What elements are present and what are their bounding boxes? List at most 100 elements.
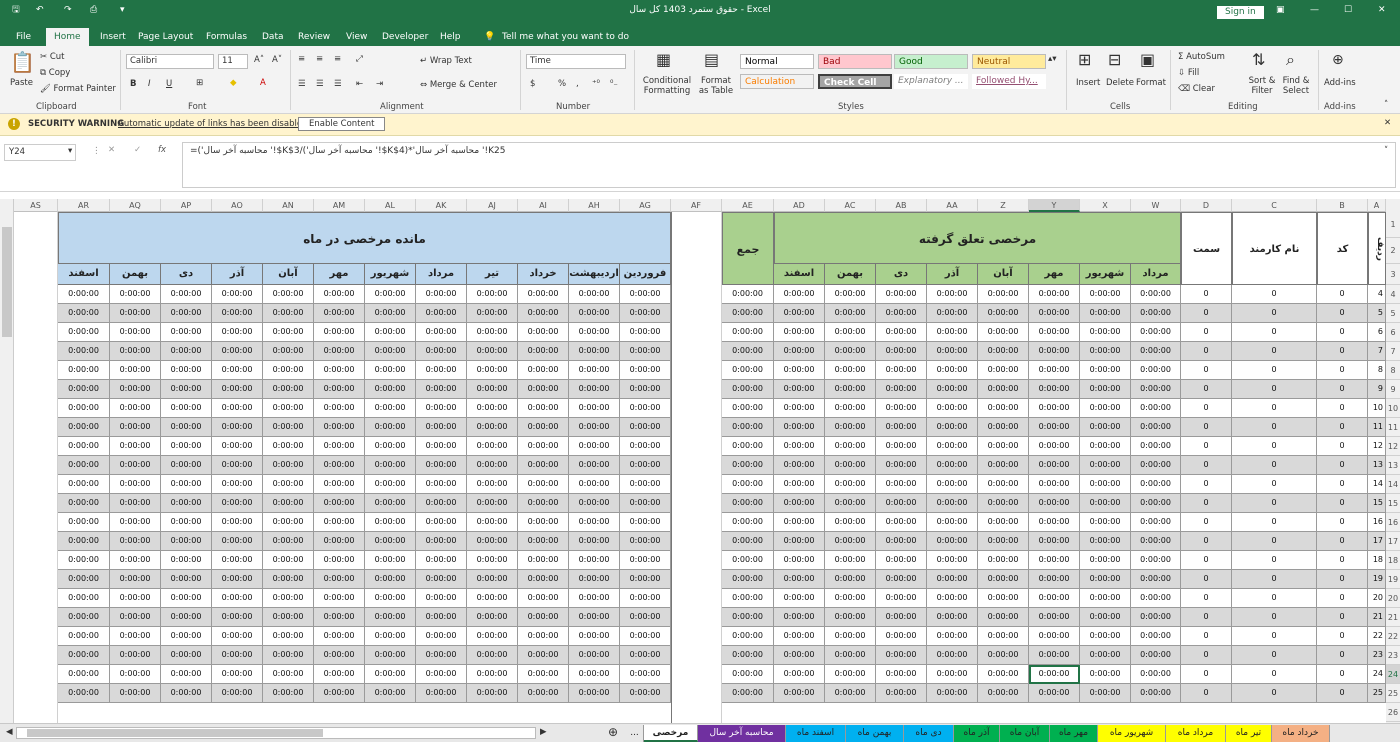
taken-time-cell[interactable]: 0:00:00 [825,380,876,399]
remaining-time-cell[interactable]: 0:00:00 [110,285,161,304]
employee-name-cell[interactable]: 0 [1232,437,1317,456]
taken-time-cell[interactable]: 0:00:00 [722,570,774,589]
remaining-time-cell[interactable]: 0:00:00 [212,418,263,437]
taken-time-cell[interactable]: 0:00:00 [774,684,825,703]
remaining-time-cell[interactable]: 0:00:00 [365,646,416,665]
employee-name-cell[interactable]: 0 [1232,570,1317,589]
remaining-time-cell[interactable]: 0:00:00 [569,456,620,475]
remaining-time-cell[interactable]: 0:00:00 [161,342,212,361]
personnel-code-cell[interactable]: 0 [1317,551,1368,570]
personnel-code-cell[interactable]: 0 [1317,513,1368,532]
taken-time-cell[interactable]: 0:00:00 [978,551,1029,570]
taken-time-cell[interactable]: 0:00:00 [1029,399,1080,418]
remaining-time-cell[interactable]: 0:00:00 [467,380,518,399]
comma-button[interactable]: , [576,79,579,89]
taken-time-cell[interactable]: 0:00:00 [978,342,1029,361]
remaining-time-cell[interactable]: 0:00:00 [58,513,110,532]
remaining-time-cell[interactable]: 0:00:00 [314,380,365,399]
remaining-time-cell[interactable]: 0:00:00 [416,304,467,323]
column-header[interactable]: D [1181,199,1232,212]
column-header[interactable]: AL [365,199,416,212]
remaining-time-cell[interactable]: 0:00:00 [161,665,212,684]
remaining-time-cell[interactable]: 0:00:00 [314,513,365,532]
taken-time-cell[interactable]: 0:00:00 [1131,494,1181,513]
cancel-formula-icon[interactable]: ✕ [108,145,115,155]
remaining-time-cell[interactable]: 0:00:00 [416,380,467,399]
underline-button[interactable]: U [166,79,172,89]
taken-time-cell[interactable]: 0:00:00 [978,684,1029,703]
remaining-time-cell[interactable]: 0:00:00 [620,475,671,494]
taken-time-cell[interactable]: 0:00:00 [927,361,978,380]
remaining-time-cell[interactable]: 0:00:00 [620,399,671,418]
remaining-time-cell[interactable]: 0:00:00 [365,570,416,589]
remaining-time-cell[interactable]: 0:00:00 [365,494,416,513]
taken-time-cell[interactable]: 0:00:00 [1029,475,1080,494]
taken-time-cell[interactable]: 0:00:00 [1131,665,1181,684]
remaining-time-cell[interactable]: 0:00:00 [467,665,518,684]
taken-time-cell[interactable]: 0:00:00 [1029,646,1080,665]
column-header[interactable]: AF [671,199,722,212]
taken-time-cell[interactable]: 0:00:00 [876,323,927,342]
row-number-cell[interactable]: 12 [1368,437,1386,456]
employee-name-cell[interactable]: 0 [1232,551,1317,570]
copy-button[interactable]: ⧉ Copy [40,68,70,78]
remaining-time-cell[interactable]: 0:00:00 [518,494,569,513]
taken-time-cell[interactable]: 0:00:00 [722,437,774,456]
cut-button[interactable]: ✂ Cut [40,52,64,62]
taken-time-cell[interactable]: 0:00:00 [978,570,1029,589]
remaining-time-cell[interactable]: 0:00:00 [110,361,161,380]
taken-time-cell[interactable]: 0:00:00 [825,665,876,684]
row-number-cell[interactable]: 13 [1368,456,1386,475]
remaining-time-cell[interactable]: 0:00:00 [212,551,263,570]
row-header[interactable]: 10 [1386,399,1400,418]
remaining-time-cell[interactable]: 0:00:00 [620,285,671,304]
taken-time-cell[interactable]: 0:00:00 [876,551,927,570]
row-number-cell[interactable]: 5 [1368,304,1386,323]
personnel-code-cell[interactable]: 0 [1317,532,1368,551]
remaining-time-cell[interactable]: 0:00:00 [467,589,518,608]
taken-time-cell[interactable]: 0:00:00 [774,456,825,475]
taken-time-cell[interactable]: 0:00:00 [1080,437,1131,456]
taken-time-cell[interactable]: 0:00:00 [825,551,876,570]
remaining-time-cell[interactable]: 0:00:00 [467,684,518,703]
remaining-time-cell[interactable]: 0:00:00 [314,342,365,361]
find-select-button[interactable]: Find & Select [1278,76,1314,96]
sheet-tab[interactable]: دی ماه [904,725,954,742]
taken-time-cell[interactable]: 0:00:00 [978,437,1029,456]
collapse-ribbon-icon[interactable]: ˄ [1384,100,1388,110]
role-cell[interactable]: 0 [1181,532,1232,551]
taken-time-cell[interactable]: 0:00:00 [1080,665,1131,684]
personnel-code-cell[interactable]: 0 [1317,494,1368,513]
remaining-time-cell[interactable]: 0:00:00 [263,570,314,589]
remaining-time-cell[interactable]: 0:00:00 [365,608,416,627]
taken-time-cell[interactable]: 0:00:00 [1080,646,1131,665]
remaining-time-cell[interactable]: 0:00:00 [416,285,467,304]
remaining-time-cell[interactable]: 0:00:00 [518,665,569,684]
font-color-icon[interactable]: A [260,78,266,88]
taken-time-cell[interactable]: 0:00:00 [722,532,774,551]
taken-time-cell[interactable]: 0:00:00 [978,608,1029,627]
column-header[interactable]: AM [314,199,365,212]
remaining-time-cell[interactable]: 0:00:00 [569,418,620,437]
format-as-table-button[interactable]: Format as Table [696,76,736,96]
column-header[interactable]: AN [263,199,314,212]
taken-time-cell[interactable]: 0:00:00 [1029,551,1080,570]
remaining-time-cell[interactable]: 0:00:00 [263,380,314,399]
font-name-select[interactable]: Calibri [126,54,214,69]
remaining-time-cell[interactable]: 0:00:00 [110,418,161,437]
remaining-time-cell[interactable]: 0:00:00 [467,608,518,627]
row-header[interactable]: 25 [1386,684,1400,703]
taken-time-cell[interactable]: 0:00:00 [1131,304,1181,323]
tab-file[interactable]: File [8,28,39,46]
remaining-time-cell[interactable]: 0:00:00 [212,589,263,608]
new-sheet-icon[interactable]: ⊕ [608,725,618,739]
remaining-time-cell[interactable]: 0:00:00 [263,608,314,627]
taken-time-cell[interactable]: 0:00:00 [927,285,978,304]
taken-time-cell[interactable]: 0:00:00 [876,342,927,361]
paste-icon[interactable]: 📋 [10,50,35,74]
remaining-time-cell[interactable]: 0:00:00 [620,304,671,323]
sheet-tab[interactable]: شهریور ماه [1098,725,1166,742]
remaining-time-cell[interactable]: 0:00:00 [110,627,161,646]
employee-name-cell[interactable]: 0 [1232,304,1317,323]
row-number-cell[interactable]: 11 [1368,418,1386,437]
